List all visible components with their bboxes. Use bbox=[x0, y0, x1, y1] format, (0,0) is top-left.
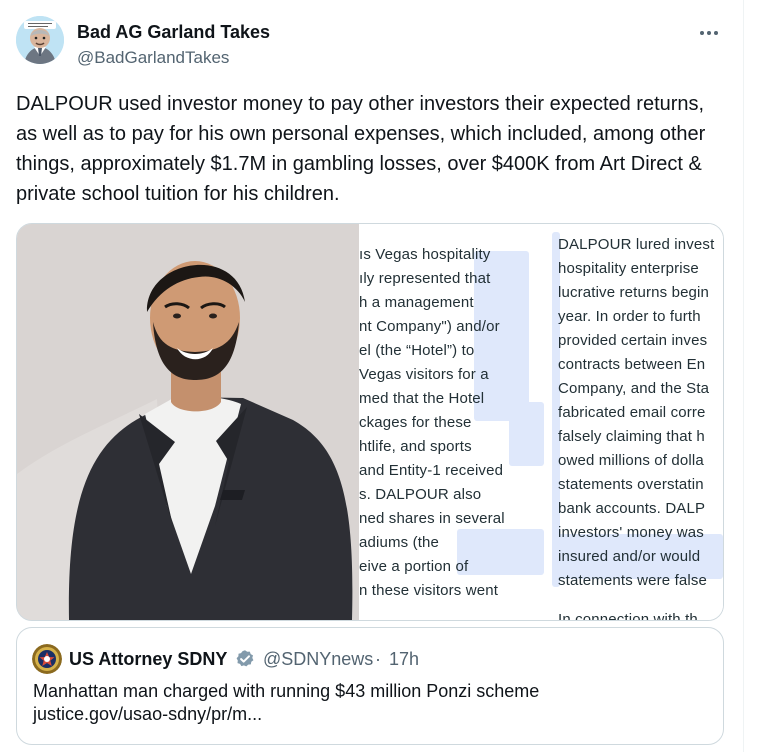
document-line: owed millions of dolla bbox=[558, 452, 704, 469]
document-line: falsely claiming that h bbox=[558, 428, 705, 445]
quoted-timestamp[interactable]: 17h bbox=[389, 648, 419, 670]
document-line: h a management bbox=[359, 294, 474, 311]
document-line: eive a portion of bbox=[359, 558, 469, 575]
document-line: hospitality enterprise bbox=[558, 260, 699, 277]
document-line: insured and/or would bbox=[558, 548, 701, 565]
document-line: Vegas visitors for a bbox=[359, 366, 489, 383]
document-line: ıly represented that bbox=[359, 270, 491, 287]
tweet-text: DALPOUR used investor money to pay other… bbox=[16, 93, 706, 205]
document-line: lucrative returns begin bbox=[558, 284, 710, 301]
verified-badge-icon bbox=[236, 650, 254, 667]
document-line: adiums (the bbox=[359, 534, 440, 551]
document-line: Company, and the Sta bbox=[558, 380, 710, 397]
quoted-author-name[interactable]: US Attorney SDNY bbox=[69, 648, 227, 670]
quoted-separator: · bbox=[375, 649, 381, 669]
document-line: nt Company") and/or bbox=[359, 318, 500, 335]
document-line: ned shares in several bbox=[359, 510, 505, 527]
document-line: bank accounts. DALP bbox=[558, 500, 706, 517]
more-options-icon bbox=[700, 31, 704, 35]
quoted-text-line: Manhattan man charged with running $43 m… bbox=[33, 681, 540, 701]
quoted-author-avatar[interactable] bbox=[32, 644, 62, 674]
document-line: provided certain inves bbox=[558, 332, 708, 349]
tweet-media[interactable]: ıs Vegas hospitality ıly represented tha… bbox=[16, 223, 724, 621]
quoted-author-handle[interactable]: @SDNYnews bbox=[263, 648, 373, 670]
document-line: s. DALPOUR also bbox=[359, 486, 482, 503]
quoted-tweet[interactable]: US Attorney SDNY @SDNYnews · 17h Manhatt… bbox=[16, 627, 724, 745]
document-line: DALPOUR lured invest bbox=[558, 236, 715, 253]
portrait-illustration bbox=[17, 224, 359, 620]
quoted-link-text[interactable]: justice.gov/usao-sdny/pr/m... bbox=[33, 703, 673, 726]
document-line: year. In order to furth bbox=[558, 308, 701, 325]
document-line: ckages for these bbox=[359, 414, 472, 431]
document-line: statements were false bbox=[558, 572, 708, 589]
document-line: investors' money was bbox=[558, 524, 704, 541]
more-options-icon bbox=[707, 31, 711, 35]
document-line: statements overstatin bbox=[558, 476, 704, 493]
author-avatar[interactable] bbox=[16, 16, 64, 64]
timeline-border bbox=[743, 0, 744, 752]
text-highlight bbox=[509, 402, 544, 466]
author-handle[interactable]: @BadGarlandTakes bbox=[77, 47, 229, 69]
more-options-button[interactable] bbox=[692, 20, 726, 46]
document-line: htlife, and sports bbox=[359, 438, 472, 455]
more-options-icon bbox=[714, 31, 718, 35]
tweet-header: Bad AG Garland Takes @BadGarlandTakes bbox=[16, 14, 730, 74]
portrait-image bbox=[17, 224, 359, 620]
document-line: n these visitors went bbox=[359, 582, 499, 599]
text-highlight bbox=[457, 529, 544, 575]
document-excerpt-right: DALPOUR lured invest hospitality enterpr… bbox=[552, 224, 723, 620]
document-line: fabricated email corre bbox=[558, 404, 706, 421]
document-line: contracts between En bbox=[558, 356, 706, 373]
document-line: ıs Vegas hospitality bbox=[359, 246, 491, 263]
cartoon-person-avatar-icon bbox=[16, 16, 64, 64]
document-excerpt-middle: ıs Vegas hospitality ıly represented tha… bbox=[359, 224, 544, 620]
doj-seal-icon bbox=[32, 644, 62, 674]
document-line: el (the “Hotel”) to bbox=[359, 342, 475, 359]
document-line: and Entity-1 received bbox=[359, 462, 504, 479]
document-line: In connection with th bbox=[558, 611, 698, 620]
quoted-tweet-text: Manhattan man charged with running $43 m… bbox=[33, 680, 673, 726]
author-display-name[interactable]: Bad AG Garland Takes bbox=[77, 21, 270, 43]
document-line: med that the Hotel bbox=[359, 390, 485, 407]
